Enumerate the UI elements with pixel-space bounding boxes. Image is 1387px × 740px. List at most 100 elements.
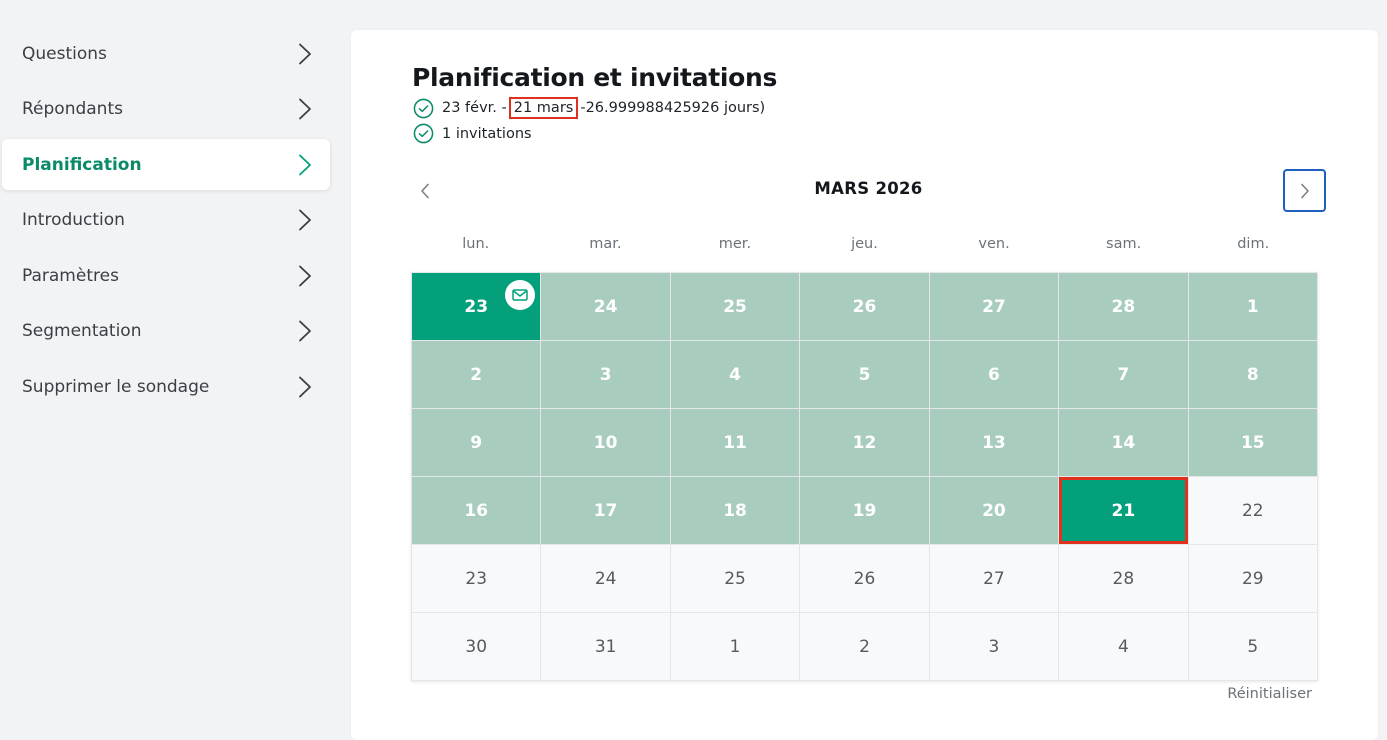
calendar-day[interactable]: 27 [929,273,1059,340]
calendar-day-number: 2 [470,364,483,385]
calendar-day-number: 4 [1117,636,1129,657]
weekday-label: ven. [978,236,1010,252]
weekday-label: mer. [718,236,752,252]
calendar-day-number: 4 [729,364,741,385]
reset-button[interactable]: Réinitialiser [1227,686,1312,702]
calendar-day[interactable]: 3 [929,613,1059,680]
chevron-right-icon [299,321,311,342]
chevron-right-icon [1300,183,1309,198]
sidebar-item-label: Paramètres [22,265,119,286]
mail-icon [505,280,536,310]
weekday-label: jeu. [851,236,878,252]
calendar-day-number: 21 [1111,500,1136,521]
calendar-day[interactable]: 4 [670,341,800,408]
calendar-day[interactable]: 5 [800,341,929,408]
sidebar-item-segmentation[interactable]: Segmentation [2,306,330,357]
calendar-day[interactable]: 21 [1059,477,1188,544]
calendar-day[interactable]: 7 [1059,341,1188,408]
range-start-text: 23 févr. - [442,100,507,116]
calendar-day-number: 5 [858,364,871,385]
calendar-day[interactable]: 2 [800,613,929,680]
calendar-day[interactable]: 22 [1188,477,1317,544]
sidebar-item-introduction[interactable]: Introduction [2,195,330,246]
calendar-day-number: 5 [1247,636,1259,657]
weekday-label: lun. [462,236,490,252]
calendar-day[interactable]: 2 [412,341,541,408]
calendar-day[interactable]: 5 [1188,613,1317,680]
calendar-day[interactable]: 29 [1188,545,1317,612]
calendar-day[interactable]: 16 [412,477,541,544]
calendar-day-number: 11 [723,432,747,453]
calendar-day-number: 1 [1246,296,1259,317]
calendar-day[interactable]: 17 [541,477,670,544]
chevron-right-icon [299,154,311,176]
calendar-day-number: 23 [464,296,489,317]
calendar-day[interactable]: 6 [929,341,1059,408]
calendar-day-number: 30 [465,636,488,657]
calendar-day-number: 15 [1240,432,1265,453]
calendar-day-number: 2 [859,636,870,657]
calendar-day-number: 22 [1241,500,1264,521]
calendar-day[interactable]: 18 [670,477,800,544]
calendar-day[interactable]: 15 [1188,409,1317,476]
sidebar: Questions Répondants Planification Introduc… [0,28,333,417]
calendar-day[interactable]: 19 [800,477,929,544]
calendar-day-number: 13 [982,432,1006,453]
calendar-day[interactable]: 30 [412,613,541,680]
calendar-day-number: 9 [470,432,483,453]
calendar-day[interactable]: 13 [929,409,1059,476]
calendar-day[interactable]: 25 [670,273,800,340]
chevron-right-icon [299,265,311,287]
calendar-day-number: 3 [599,364,612,385]
check-circle-icon [413,123,434,144]
calendar-day[interactable]: 14 [1059,409,1188,476]
calendar-day-number: 6 [988,364,1000,385]
calendar-day-number: 26 [853,568,876,589]
calendar-day[interactable]: 1 [1188,273,1317,340]
calendar-day[interactable]: 24 [541,273,670,340]
sidebar-item-label: Planification [22,154,142,175]
calendar-day[interactable]: 12 [800,409,929,476]
calendar-day[interactable]: 11 [670,409,800,476]
calendar-day-number: 29 [1241,568,1264,589]
calendar-day[interactable]: 28 [1059,273,1188,340]
calendar-day[interactable]: 9 [412,409,541,476]
calendar-day[interactable]: 26 [800,545,929,612]
calendar-day[interactable]: 8 [1188,341,1317,408]
calendar-grid: 23 24 25 26 27 28 1 2 3 4 5 6 7 8 9 10 11 12 13 14 15 16 17 18 1… [411,272,1318,681]
date-range-summary: 23 févr. - 21 mars -26.999988425926 jour… [413,97,765,119]
sidebar-item-supprimer-le-sondage[interactable]: Supprimer le sondage [2,362,330,413]
sidebar-item-label: Supprimer le sondage [22,377,210,398]
sidebar-item-label: Répondants [22,99,123,120]
calendar-day[interactable]: 28 [1059,545,1188,612]
calendar-weekdays: lun. mar. mer. jeu. ven. sam. dim. [411,236,1318,252]
calendar-day[interactable]: 3 [541,341,670,408]
check-circle-icon [413,98,434,118]
calendar-day[interactable]: 20 [929,477,1059,544]
calendar-day[interactable]: 24 [541,545,670,612]
calendar-day-number: 31 [594,636,617,657]
calendar-day-number: 16 [464,500,489,521]
calendar-day[interactable]: 31 [541,613,670,680]
calendar-day[interactable]: 25 [670,545,800,612]
calendar-day-number: 27 [983,568,1005,589]
calendar-day[interactable]: 1 [670,613,800,680]
calendar-day-number: 7 [1117,364,1130,385]
calendar-day[interactable]: 26 [800,273,929,340]
calendar-day[interactable]: 27 [929,545,1059,612]
calendar-day[interactable]: 4 [1059,613,1188,680]
next-month-button[interactable] [1283,169,1326,212]
calendar-day-number: 18 [723,500,747,521]
calendar-day[interactable]: 10 [541,409,670,476]
sidebar-item-param-tres[interactable]: Paramètres [2,250,330,301]
calendar-day-number: 10 [593,432,618,453]
sidebar-item-label: Introduction [22,210,125,231]
sidebar-item-planification[interactable]: Planification [2,139,330,191]
calendar-day-number: 19 [852,500,877,521]
calendar-day[interactable]: 23 [412,273,541,340]
sidebar-item-questions[interactable]: Questions [2,28,330,79]
calendar-month-title: MARS 2026 [814,179,923,198]
calendar-day-number: 25 [724,568,746,589]
sidebar-item-r-pondants[interactable]: Répondants [2,84,330,135]
calendar-day[interactable]: 23 [412,545,541,612]
